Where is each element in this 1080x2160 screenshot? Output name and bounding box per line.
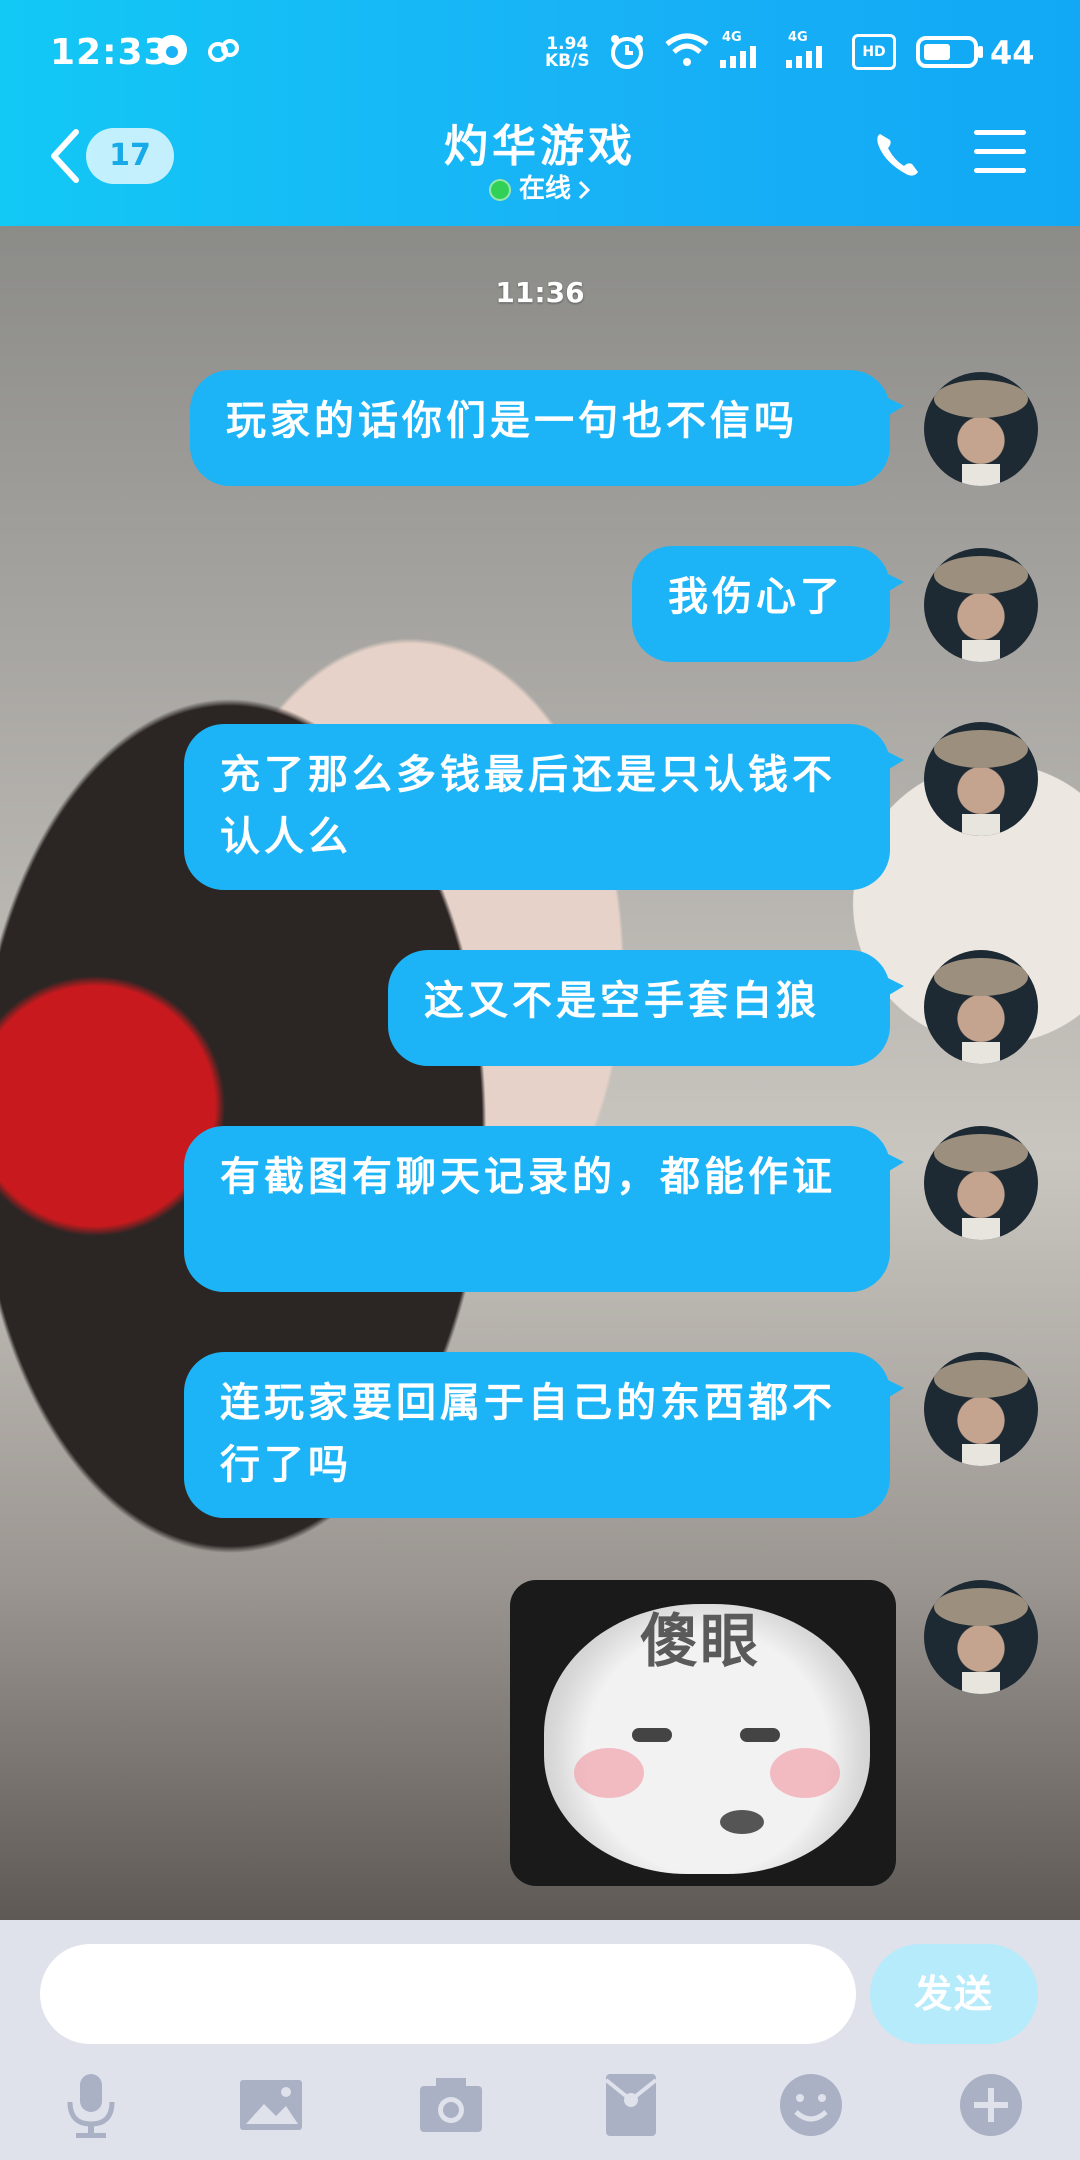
avatar[interactable] [924, 722, 1038, 836]
signal-2-icon [786, 46, 822, 68]
camera-icon[interactable] [416, 2070, 486, 2140]
sticker-mouth [720, 1810, 764, 1834]
menu-button[interactable] [974, 130, 1026, 176]
hd-icon: HD [852, 34, 896, 70]
avatar[interactable] [924, 372, 1038, 486]
chevron-right-icon [578, 180, 591, 199]
menu-line [974, 168, 1026, 173]
image-icon[interactable] [236, 2070, 306, 2140]
red-packet-icon[interactable] [596, 2070, 666, 2140]
battery-icon [916, 36, 983, 68]
menu-line [974, 130, 1026, 135]
wifi-icon [665, 33, 709, 66]
chat-header: 12:33 1.94 KB/S 4G 4G HD 44 17 灼华游戏 在线 [0, 0, 1080, 226]
message-bubble[interactable]: 这又不是空手套白狼 [388, 950, 904, 1066]
message-bubble[interactable]: 玩家的话你们是一句也不信吗 [190, 370, 904, 486]
menu-line [974, 149, 1026, 154]
sticker-blush [574, 1748, 644, 1798]
sticker-message[interactable]: 傻眼 [510, 1580, 896, 1886]
message-text: 这又不是空手套白狼 [424, 978, 820, 1024]
sticker-eye [632, 1728, 672, 1742]
input-bar: 发送 [0, 1920, 1080, 2160]
send-button[interactable]: 发送 [870, 1944, 1038, 2044]
message-bubble[interactable]: 有截图有聊天记录的，都能作证 [184, 1126, 904, 1292]
speed-unit: KB/S [545, 51, 590, 71]
battery-level: 44 [990, 34, 1035, 72]
network-speed: 1.94 KB/S [545, 36, 590, 70]
cloud-sync-icon [208, 39, 239, 62]
net2-label: 4G [788, 30, 808, 45]
sticker-eye [740, 1728, 780, 1742]
online-dot-icon [488, 178, 511, 201]
message-text: 连玩家要回属于自己的东西都不行了吗 [220, 1380, 836, 1488]
chat-area[interactable]: 11:36 玩家的话你们是一句也不信吗 我伤心了 充了那么多钱最后还是只认钱不认… [0, 226, 1080, 1920]
emoji-icon[interactable] [776, 2070, 846, 2140]
message-text: 充了那么多钱最后还是只认钱不认人么 [220, 752, 836, 860]
avatar[interactable] [924, 548, 1038, 662]
message-bubble[interactable]: 充了那么多钱最后还是只认钱不认人么 [184, 724, 904, 890]
microphone-icon[interactable] [56, 2070, 126, 2140]
status-bar: 12:33 1.94 KB/S 4G 4G HD 44 [0, 0, 1080, 110]
sticker-blush [770, 1748, 840, 1798]
alarm-icon [611, 35, 643, 69]
signal-1-icon [720, 46, 756, 68]
avatar[interactable] [924, 950, 1038, 1064]
message-text: 有截图有聊天记录的，都能作证 [220, 1154, 836, 1200]
message-input[interactable] [40, 1944, 856, 2044]
status-time: 12:33 [50, 32, 170, 73]
sticker-caption: 傻眼 [640, 1607, 761, 1675]
phone-call-button[interactable] [872, 128, 924, 180]
avatar[interactable] [924, 1126, 1038, 1240]
message-text: 玩家的话你们是一句也不信吗 [226, 398, 798, 444]
message-timestamp: 11:36 [495, 276, 585, 309]
online-status-label: 在线 [518, 174, 571, 204]
message-bubble[interactable]: 连玩家要回属于自己的东西都不行了吗 [184, 1352, 904, 1518]
avatar[interactable] [924, 1352, 1038, 1466]
message-bubble[interactable]: 我伤心了 [632, 546, 904, 662]
app-notification-icon [157, 35, 187, 65]
avatar[interactable] [924, 1580, 1038, 1694]
plus-icon[interactable] [956, 2070, 1026, 2140]
message-text: 我伤心了 [668, 574, 844, 620]
net1-label: 4G [722, 30, 742, 45]
